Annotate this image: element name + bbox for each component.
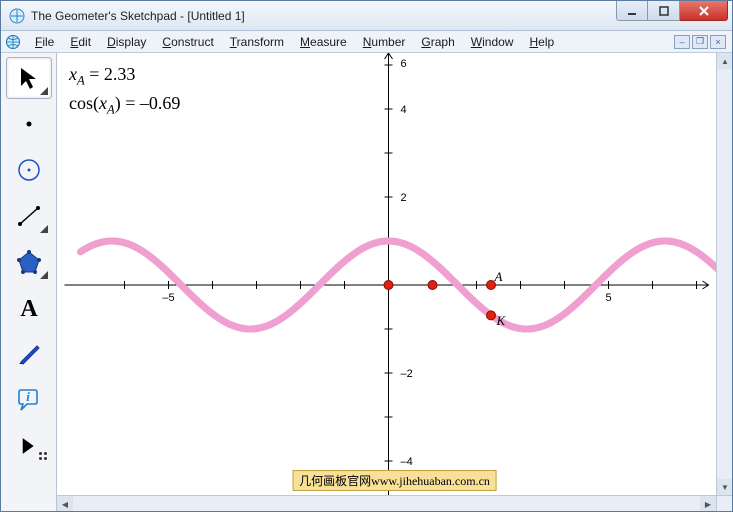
watermark: 几何画板官网www.jihehuaban.com.cn <box>292 470 497 491</box>
app-icon <box>9 8 25 24</box>
point-tool[interactable] <box>6 103 52 145</box>
menu-number[interactable]: Number <box>355 33 414 51</box>
close-button[interactable] <box>680 1 728 21</box>
vertical-scrollbar[interactable]: ▲ ▼ <box>716 53 732 495</box>
scroll-right-button[interactable]: ▶ <box>700 496 716 511</box>
mdi-minimize-button[interactable]: – <box>674 35 690 49</box>
menu-window[interactable]: Window <box>463 33 522 51</box>
y-tick-6: 6 <box>401 58 407 70</box>
marker-tool[interactable] <box>6 333 52 375</box>
text-tool[interactable]: A <box>6 287 52 329</box>
menu-construct[interactable]: Construct <box>154 33 221 51</box>
sketch-canvas[interactable]: –5 5 2 4 6 –2 –4 <box>57 53 732 511</box>
x-tick-5: 5 <box>605 292 611 304</box>
point-unit-marker <box>428 281 437 290</box>
chevron-corner-icon <box>40 87 48 95</box>
app-window: The Geometer's Sketchpad - [Untitled 1] … <box>0 0 733 512</box>
y-tick-4: 4 <box>401 104 407 116</box>
menu-measure[interactable]: Measure <box>292 33 355 51</box>
menu-display[interactable]: Display <box>99 33 154 51</box>
chevron-corner-icon <box>40 271 48 279</box>
menu-graph[interactable]: Graph <box>413 33 462 51</box>
measure-cos-xA: cos(xA) = –0.69 <box>69 90 180 119</box>
scroll-down-button[interactable]: ▼ <box>717 479 732 495</box>
maximize-button[interactable] <box>648 1 680 21</box>
custom-tool[interactable] <box>6 425 52 467</box>
toolbar: A i <box>1 53 57 511</box>
scroll-up-button[interactable]: ▲ <box>717 53 732 69</box>
svg-text:A: A <box>20 296 38 322</box>
scroll-left-button[interactable]: ◀ <box>57 496 73 511</box>
horizontal-scrollbar[interactable]: ◀ ▶ <box>57 495 716 511</box>
measurements[interactable]: xA = 2.33 cos(xA) = –0.69 <box>69 61 180 120</box>
x-tick-neg5: –5 <box>162 292 174 304</box>
window-controls <box>616 1 728 30</box>
info-tool[interactable]: i <box>6 379 52 421</box>
y-tick-neg2: –2 <box>401 368 413 380</box>
window-title: The Geometer's Sketchpad - [Untitled 1] <box>31 9 616 23</box>
mdi-close-button[interactable]: × <box>710 35 726 49</box>
chevron-corner-icon <box>40 225 48 233</box>
menubar: File Edit Display Construct Transform Me… <box>1 31 732 53</box>
menu-edit[interactable]: Edit <box>62 33 99 51</box>
svg-text:i: i <box>26 389 30 404</box>
circle-tool[interactable] <box>6 149 52 191</box>
titlebar[interactable]: The Geometer's Sketchpad - [Untitled 1] <box>1 1 732 31</box>
globe-icon[interactable] <box>5 34 21 50</box>
body: A i <box>1 53 732 511</box>
menu-file[interactable]: File <box>27 33 62 51</box>
y-tick-2: 2 <box>401 192 407 204</box>
minimize-button[interactable] <box>616 1 648 21</box>
y-tick-neg4: –4 <box>401 456 413 468</box>
mdi-controls: – ❐ × <box>674 35 728 49</box>
menu-transform[interactable]: Transform <box>222 33 292 51</box>
line-tool[interactable] <box>6 195 52 237</box>
arrow-tool[interactable] <box>6 57 52 99</box>
measure-xA: xA = 2.33 <box>69 61 180 90</box>
polygon-tool[interactable] <box>6 241 52 283</box>
point-K <box>487 311 496 320</box>
sizegrip[interactable] <box>716 495 732 511</box>
dots-icon <box>39 452 47 460</box>
menu-help[interactable]: Help <box>521 33 562 51</box>
point-origin-marker <box>384 281 393 290</box>
mdi-restore-button[interactable]: ❐ <box>692 35 708 49</box>
label-A: A <box>494 269 503 284</box>
plot-svg: –5 5 2 4 6 –2 –4 <box>57 53 732 511</box>
label-K: K <box>496 313 507 328</box>
